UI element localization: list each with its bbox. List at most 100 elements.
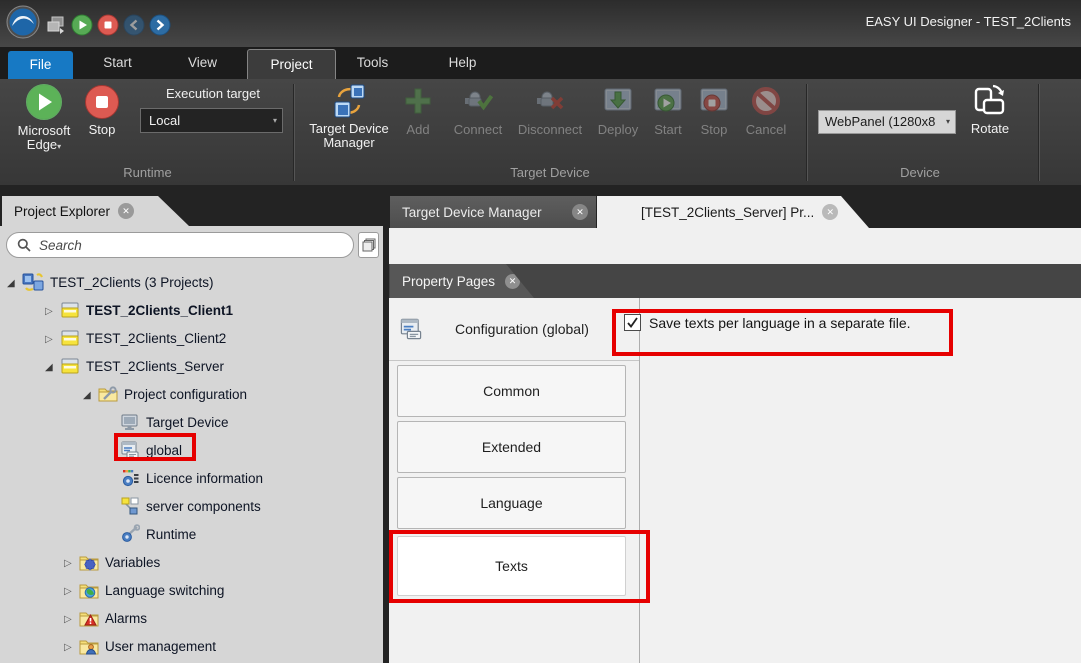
- plus-icon: [403, 86, 433, 116]
- close-icon[interactable]: [572, 204, 588, 220]
- property-pages-tab-label: Property Pages: [402, 274, 495, 289]
- configuration-icon: [399, 317, 423, 341]
- project-explorer-tab[interactable]: Project Explorer: [2, 196, 190, 226]
- menu-tab-help[interactable]: Help: [430, 47, 495, 79]
- close-icon[interactable]: [822, 204, 838, 220]
- expander-collapsed-icon[interactable]: [64, 610, 79, 626]
- property-pages-tab-bar: Property Pages: [389, 264, 1081, 298]
- tab-target-device-manager[interactable]: Target Device Manager: [390, 196, 596, 228]
- stop-screen-icon: [699, 86, 729, 116]
- expander-expanded-icon[interactable]: [83, 386, 98, 402]
- tree-item-global[interactable]: global: [0, 436, 383, 464]
- tree-item-project-configuration[interactable]: Project configuration: [0, 380, 383, 408]
- group-separator: [1038, 84, 1039, 181]
- stop-button-label: Stop: [89, 123, 116, 137]
- stop-runtime-button[interactable]: Stop: [82, 83, 122, 137]
- expander-expanded-icon[interactable]: [7, 274, 22, 290]
- nav-button-common[interactable]: Common: [397, 365, 626, 417]
- start-device-button[interactable]: Start: [645, 86, 691, 137]
- run-microsoft-edge-button[interactable]: Microsoft Edge▾: [8, 83, 80, 154]
- tree-item-client1[interactable]: TEST_2Clients_Client1: [0, 296, 383, 324]
- monitor-icon: [120, 412, 140, 432]
- rotate-label: Rotate: [971, 122, 1009, 136]
- run-icon[interactable]: [71, 14, 93, 36]
- project-icon: [60, 356, 80, 376]
- group-separator: [806, 84, 807, 181]
- tree-item-variables[interactable]: Variables: [0, 548, 383, 576]
- project-explorer-panel: TEST_2Clients (3 Projects) TEST_2Clients…: [0, 226, 383, 663]
- menu-tab-file[interactable]: File: [8, 51, 73, 79]
- checkbox-label: Save texts per language in a separate fi…: [649, 315, 911, 331]
- disconnect-icon: [535, 86, 565, 116]
- tree-item-client2[interactable]: TEST_2Clients_Client2: [0, 324, 383, 352]
- tree-item-target-device[interactable]: Target Device: [0, 408, 383, 436]
- connect-label: Connect: [454, 122, 502, 137]
- search-box[interactable]: [6, 232, 354, 258]
- deploy-label: Deploy: [598, 122, 638, 137]
- device-panel-dropdown[interactable]: WebPanel (1280x8 ▾: [818, 110, 956, 134]
- expander-collapsed-icon[interactable]: [45, 330, 60, 346]
- tdm-label-line1: Target Device: [309, 122, 388, 136]
- deploy-button[interactable]: Deploy: [588, 86, 648, 137]
- cancel-button[interactable]: Cancel: [740, 86, 792, 137]
- menu-tab-project[interactable]: Project: [247, 49, 336, 79]
- app-logo-icon[interactable]: [6, 5, 40, 39]
- tree-item-server-components[interactable]: server components: [0, 492, 383, 520]
- window-title: EASY UI Designer - TEST_2Clients: [866, 14, 1071, 29]
- application-window: EASY UI Designer - TEST_2Clients File St…: [0, 0, 1081, 663]
- menu-tab-tools[interactable]: Tools: [340, 47, 405, 79]
- disconnect-label: Disconnect: [518, 122, 582, 137]
- menu-tab-start[interactable]: Start: [85, 47, 150, 79]
- start-screen-icon: [653, 86, 683, 116]
- search-icon: [17, 238, 31, 252]
- expander-collapsed-icon[interactable]: [64, 638, 79, 654]
- tab-server-project[interactable]: [TEST_2Clients_Server] Pr...: [597, 196, 869, 228]
- menu-tab-view[interactable]: View: [170, 47, 235, 79]
- tree-item-user-management[interactable]: User management: [0, 632, 383, 660]
- target-device-manager-button[interactable]: Target Device Manager: [303, 83, 395, 150]
- device-group-label: Device: [810, 165, 1030, 180]
- tree-item-solution[interactable]: TEST_2Clients (3 Projects): [0, 268, 383, 296]
- tdm-label-line2: Manager: [323, 136, 374, 150]
- tree-item-alarms[interactable]: Alarms: [0, 604, 383, 632]
- nav-button-texts[interactable]: Texts: [397, 536, 626, 596]
- tree-item-server[interactable]: TEST_2Clients_Server: [0, 352, 383, 380]
- execution-target-value: Local: [149, 113, 180, 128]
- search-input[interactable]: [37, 237, 353, 254]
- close-icon[interactable]: [118, 203, 134, 219]
- back-icon[interactable]: [123, 14, 145, 36]
- nav-button-language[interactable]: Language: [397, 477, 626, 529]
- execution-target-dropdown[interactable]: Local ▾: [140, 108, 283, 133]
- rotate-button[interactable]: Rotate: [962, 81, 1018, 136]
- tree-item-runtime[interactable]: Runtime: [0, 520, 383, 548]
- forward-icon[interactable]: [149, 14, 171, 36]
- gear-wrench-icon: [120, 524, 140, 544]
- solution-icon: [22, 272, 44, 292]
- save-texts-checkbox-row[interactable]: Save texts per language in a separate fi…: [624, 314, 911, 331]
- app-switch-icon[interactable]: [45, 14, 67, 36]
- close-icon[interactable]: [505, 274, 520, 289]
- folder-warning-icon: [79, 608, 99, 628]
- project-icon: [60, 328, 80, 348]
- deploy-icon: [603, 86, 633, 116]
- connect-icon: [463, 86, 493, 116]
- expander-expanded-icon[interactable]: [45, 358, 60, 374]
- expander-collapsed-icon[interactable]: [64, 554, 79, 570]
- nav-button-extended[interactable]: Extended: [397, 421, 626, 473]
- disconnect-device-button[interactable]: Disconnect: [508, 86, 592, 137]
- checkbox-checked-icon[interactable]: [624, 314, 641, 331]
- stop-device-button[interactable]: Stop: [691, 86, 737, 137]
- expander-collapsed-icon[interactable]: [45, 302, 60, 318]
- tree-item-licence-information[interactable]: Licence information: [0, 464, 383, 492]
- layers-icon: [362, 238, 376, 252]
- stop-device-label: Stop: [701, 122, 728, 137]
- property-pages-tab[interactable]: Property Pages: [390, 264, 535, 298]
- connect-device-button[interactable]: Connect: [448, 86, 508, 137]
- window-list-button[interactable]: [358, 232, 379, 258]
- tree-item-language-switching[interactable]: Language switching: [0, 576, 383, 604]
- runtime-group-label: Runtime: [40, 165, 255, 180]
- expander-collapsed-icon[interactable]: [64, 582, 79, 598]
- project-icon: [60, 300, 80, 320]
- stop-icon[interactable]: [97, 14, 119, 36]
- add-device-button[interactable]: Add: [395, 86, 441, 137]
